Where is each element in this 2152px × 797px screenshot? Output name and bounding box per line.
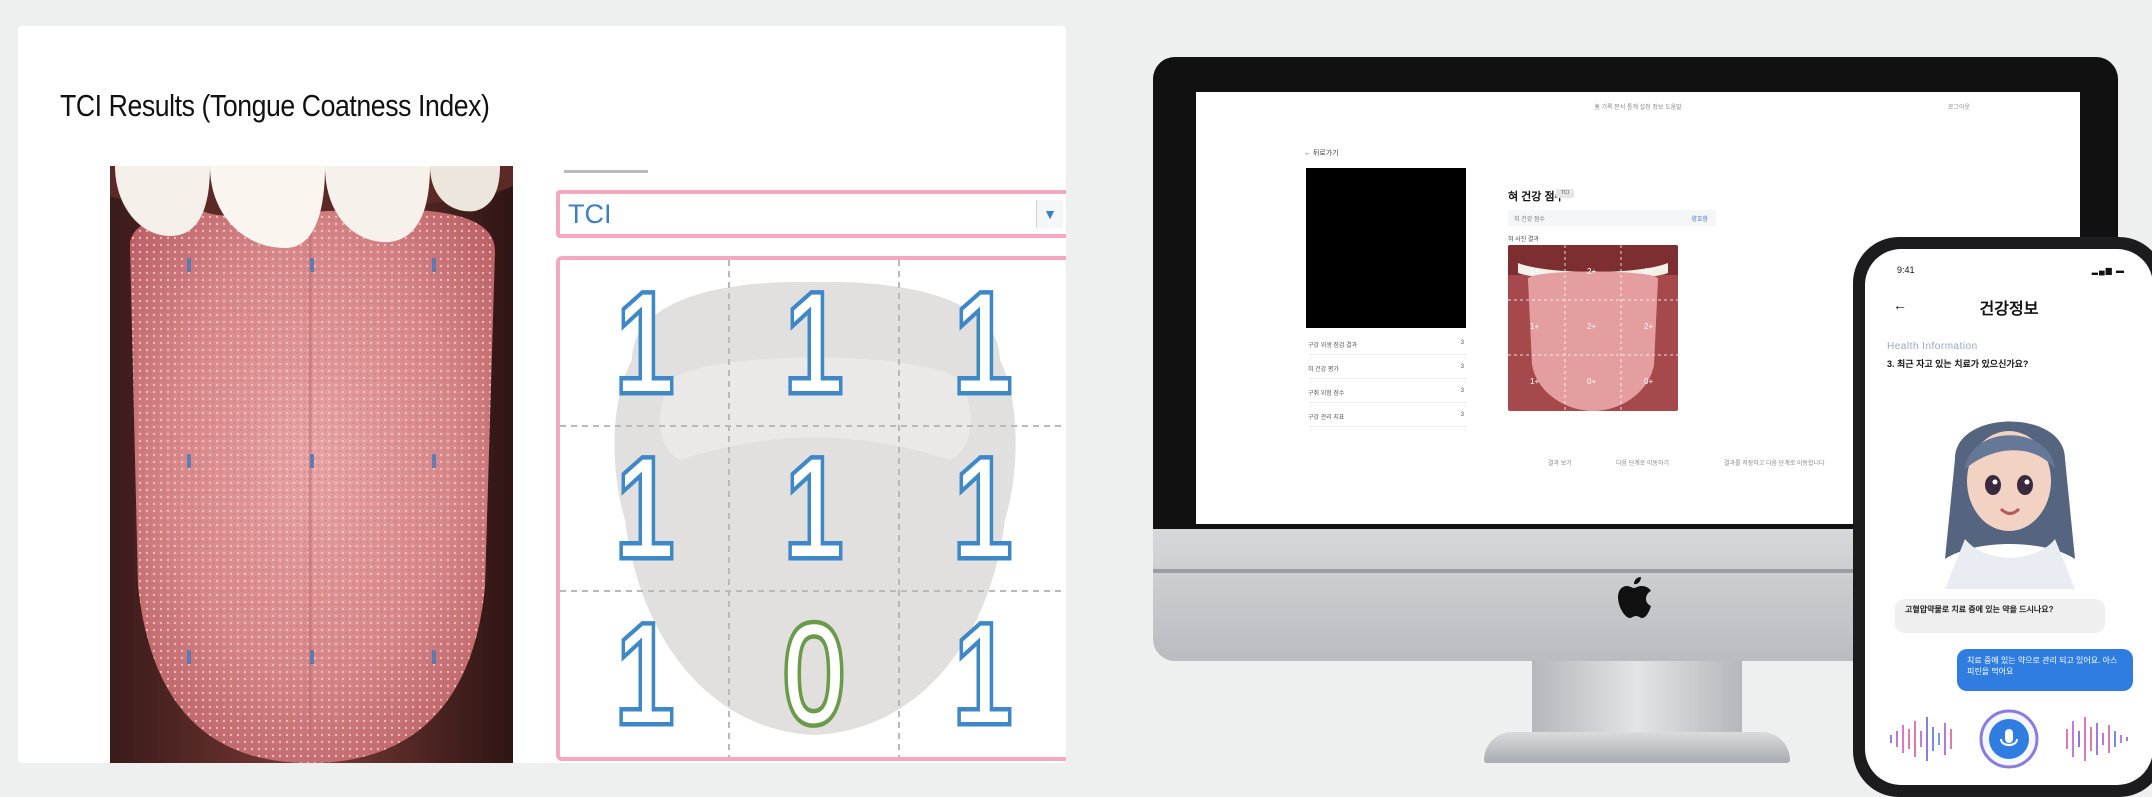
chevron-down-icon[interactable]: ▼ [1036,200,1063,228]
monitor-action-3[interactable]: 결과를 저장하고 다음 단계로 이동합니다 [1724,458,1825,467]
chat-bubble-user: 치료 중에 있는 약으로 관리 되고 있어요. 아스피린을 먹어요 [1957,649,2133,691]
phone-mockup: 9:41 ▂▄▆ ▬ 건강정보 ← Health Information 3. … [1853,237,2152,797]
mouth-score-label: 0+ [1587,377,1597,386]
phone-question: 3. 최근 자고 있는 치료가 있으신가요? [1887,359,2029,369]
monitor-back-link[interactable]: ← 뒤로가기 [1304,148,1339,158]
mouth-score-label: 1+ [1530,377,1540,386]
monitor-stand-base [1484,732,1790,763]
tci-grid-value: 0 [780,595,848,753]
row-label: 구강 위생 점검 결과 [1308,343,1358,349]
tci-grid-cell: 1 [899,426,1066,592]
tci-grid: 111111101 [556,256,1066,761]
tci-grid-value: 1 [611,595,679,753]
tci-grid-cell: 1 [560,260,729,426]
tci-grid-value: 1 [949,263,1017,421]
tci-grid-cell: 1 [729,260,898,426]
score-badge: TCI [1556,189,1574,198]
avatar [1945,421,2075,589]
chat-bubble-bot: 고혈압약물로 치료 중에 있는 약을 드시나요? [1895,599,2105,633]
mouth-score-label: 2+ [1587,322,1597,331]
monitor-side-row[interactable]: 구강 위생 점검 결과 3 [1308,340,1468,355]
tci-grid-cell: 0 [729,591,898,757]
tci-select[interactable]: TCI ▼ [556,190,1066,238]
monitor-side-row[interactable]: 혀 건강 평가 3 [1308,364,1468,379]
monitor-side-row[interactable]: 구강 관리 지표 3 [1308,412,1468,427]
tci-grid-value: 1 [949,595,1017,753]
monitor-side-row[interactable]: 구취 위험 점수 3 [1308,388,1468,403]
row-value: 3 [1460,364,1464,370]
mouth-score-label: 1+ [1644,267,1654,276]
row-value: 3 [1460,388,1464,394]
tci-grid-cell: 1 [560,426,729,592]
score-field[interactable]: 혀 건강 점수 양호함 [1508,210,1716,226]
monitor-media-placeholder [1306,168,1466,328]
select-top-line [564,170,648,173]
score-field-value: 양호함 [1691,217,1708,223]
voice-waveform-icon [1890,709,2128,769]
tci-grid-cell: 1 [899,260,1066,426]
row-value: 3 [1460,412,1464,418]
tci-grid-value: 1 [949,429,1017,587]
tci-grid-value: 1 [780,429,848,587]
tci-grid-value: 1 [780,263,848,421]
phone-time: 9:41 [1897,265,1915,275]
tci-grid-cell: 1 [899,591,1066,757]
device-mockup: 홈 기록 분석 통계 설정 정보 도움말 로그아웃 ← 뒤로가기 구강 위생 점… [1108,24,2152,797]
tci-grid-cell: 1 [729,426,898,592]
row-label: 구취 위험 점수 [1308,391,1345,397]
monitor-action-2[interactable]: 다음 단계로 이동하기 [1616,458,1669,467]
apple-logo-icon [1618,577,1651,618]
tci-grid-value: 1 [611,263,679,421]
mouth-score-label: 2+ [1587,267,1597,276]
panel-title: TCI Results (Tongue Coatness Index) [60,88,490,123]
tongue-photo-image [110,166,513,763]
photo-label: 혀 사진 결과 [1508,237,1539,243]
tci-grid-cell: 1 [560,591,729,757]
tci-results-panel: TCI Results (Tongue Coatness Index) TCI … [18,26,1066,763]
mouth-score-label: 1+ [1530,267,1540,276]
phone-screen: 9:41 ▂▄▆ ▬ 건강정보 ← Health Information 3. … [1865,249,2152,785]
phone-title: 건강정보 [1979,301,2039,318]
row-label: 혀 건강 평가 [1308,367,1339,373]
mouth-score-label: 2+ [1644,322,1654,331]
mouth-photo: 1+ 2+ 1+ 1+ 2+ 2+ 1+ 0+ 0+ [1508,245,1678,411]
mouth-score-label: 0+ [1644,377,1654,386]
monitor-action-1[interactable]: 결과 보기 [1548,458,1572,467]
row-value: 3 [1460,340,1464,346]
signal-battery-icon: ▂▄▆ ▬ [2091,266,2125,275]
phone-subtitle: Health Information [1887,341,1978,352]
mouth-score-label: 1+ [1530,322,1540,331]
score-field-label: 혀 건강 점수 [1514,217,1545,223]
row-label: 구강 관리 지표 [1308,415,1345,421]
tci-grid-value: 1 [611,429,679,587]
monitor-logout-link[interactable]: 로그아웃 [1948,102,1970,111]
tci-select-value: TCI [568,199,612,229]
tci-grid-panel: TCI ▼ 111111101 [552,166,1066,763]
back-arrow-icon[interactable]: ← [1893,297,1907,313]
tongue-photo [110,166,513,763]
